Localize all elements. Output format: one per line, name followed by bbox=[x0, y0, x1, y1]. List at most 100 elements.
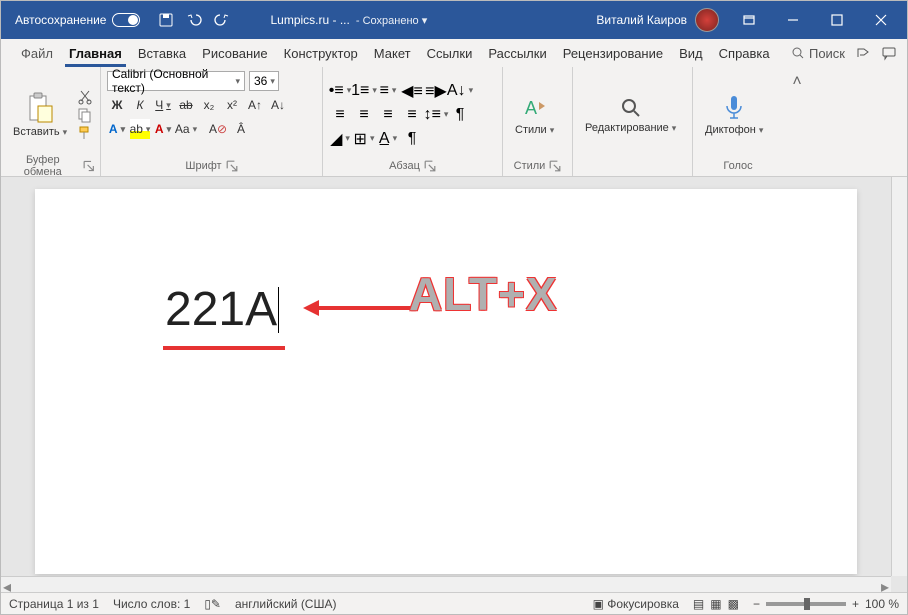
line-spacing-button[interactable]: ↕≡ bbox=[425, 104, 447, 126]
search-icon bbox=[791, 46, 805, 60]
grow-font-button[interactable]: A↑ bbox=[245, 95, 265, 115]
read-mode-icon[interactable]: ▤ bbox=[693, 597, 704, 611]
tab-insert[interactable]: Вставка bbox=[130, 39, 194, 67]
bold-button[interactable]: Ж bbox=[107, 95, 127, 115]
zoom-level[interactable]: 100 % bbox=[865, 597, 899, 611]
numbering-button[interactable]: 1≡ bbox=[353, 80, 375, 102]
autosave-toggle[interactable] bbox=[112, 13, 140, 27]
share-icon[interactable] bbox=[855, 45, 871, 61]
format-painter-icon[interactable] bbox=[77, 125, 93, 141]
italic-button[interactable]: К bbox=[130, 95, 150, 115]
paste-button[interactable]: Вставить bbox=[7, 90, 73, 140]
font-group-label: Шрифт bbox=[185, 160, 221, 172]
subscript-button[interactable]: x₂ bbox=[199, 95, 219, 115]
tab-layout[interactable]: Макет bbox=[366, 39, 419, 67]
text-effects-button[interactable]: A bbox=[107, 119, 127, 139]
tab-design[interactable]: Конструктор bbox=[276, 39, 366, 67]
tab-file[interactable]: Файл bbox=[13, 39, 61, 67]
search-box[interactable]: Поиск bbox=[791, 46, 845, 61]
strike-button[interactable]: ab bbox=[176, 95, 196, 115]
annotation-text: ALT+X bbox=[409, 267, 558, 321]
copy-icon[interactable] bbox=[77, 107, 93, 123]
annotation-arrow bbox=[303, 293, 413, 323]
voice-group-label: Голос bbox=[723, 160, 752, 172]
styles-button[interactable]: A Стили bbox=[509, 92, 560, 138]
avatar[interactable] bbox=[695, 8, 719, 32]
comments-icon[interactable] bbox=[881, 45, 897, 61]
cut-icon[interactable] bbox=[77, 89, 93, 105]
tab-view[interactable]: Вид bbox=[671, 39, 711, 67]
shading-button[interactable]: ◢ bbox=[329, 128, 351, 150]
ribbon-options-button[interactable] bbox=[727, 1, 771, 39]
bullets-button[interactable]: •≡ bbox=[329, 80, 351, 102]
borders-button[interactable]: ⊞ bbox=[353, 128, 375, 150]
phonetic-button[interactable]: Â bbox=[231, 119, 251, 139]
saved-status: - Сохранено ▾ bbox=[356, 14, 427, 27]
paragraph-launcher-icon[interactable] bbox=[424, 160, 436, 172]
styles-icon: A bbox=[521, 94, 549, 122]
editing-button[interactable]: Редактирование bbox=[579, 94, 682, 136]
highlight-button[interactable]: ab bbox=[130, 119, 150, 139]
page-status[interactable]: Страница 1 из 1 bbox=[9, 597, 99, 611]
zoom-in-button[interactable]: + bbox=[852, 597, 859, 611]
web-layout-icon[interactable]: ▩ bbox=[728, 597, 739, 611]
redo-icon[interactable] bbox=[214, 12, 230, 28]
show-marks-button[interactable]: ¶ bbox=[449, 104, 471, 126]
dictate-button[interactable]: Диктофон bbox=[699, 92, 769, 138]
document-text[interactable]: 221A bbox=[165, 279, 279, 338]
tab-home[interactable]: Главная bbox=[61, 39, 130, 67]
undo-icon[interactable] bbox=[186, 12, 202, 28]
clipboard-launcher-icon[interactable] bbox=[83, 160, 94, 172]
underline-button[interactable]: Ч bbox=[153, 95, 173, 115]
zoom-out-button[interactable]: − bbox=[753, 597, 760, 611]
autosave-label: Автосохранение bbox=[15, 13, 106, 27]
horizontal-scrollbar[interactable]: ◂ ▸ bbox=[1, 576, 891, 592]
styles-group-label: Стили bbox=[514, 160, 546, 172]
decrease-indent-button[interactable]: ◀≡ bbox=[401, 80, 423, 102]
pilcrow-button[interactable]: ¶ bbox=[401, 128, 423, 150]
paragraph-group-label: Абзац bbox=[389, 160, 420, 172]
font-name-combo[interactable]: Calibri (Основной текст) bbox=[107, 71, 245, 91]
dictate-label: Диктофон bbox=[705, 124, 763, 136]
superscript-button[interactable]: x² bbox=[222, 95, 242, 115]
document-area[interactable]: 221A ALT+X ◂ ▸ bbox=[1, 177, 907, 592]
align-left-button[interactable]: ≡ bbox=[329, 104, 351, 126]
font-size-combo[interactable]: 36 bbox=[249, 71, 279, 91]
align-right-button[interactable]: ≡ bbox=[377, 104, 399, 126]
focus-mode-button[interactable]: ▣ Фокусировка bbox=[593, 597, 679, 611]
tab-review[interactable]: Рецензирование bbox=[555, 39, 671, 67]
shrink-font-button[interactable]: A↓ bbox=[268, 95, 288, 115]
multilevel-button[interactable]: ≡ bbox=[377, 80, 399, 102]
page[interactable]: 221A ALT+X bbox=[35, 189, 857, 574]
minimize-button[interactable] bbox=[771, 1, 815, 39]
sort2-button[interactable]: A̲ bbox=[377, 128, 399, 150]
spellcheck-icon[interactable]: ▯✎ bbox=[204, 597, 221, 611]
increase-indent-button[interactable]: ≡▶ bbox=[425, 80, 447, 102]
styles-label: Стили bbox=[515, 124, 554, 136]
close-button[interactable] bbox=[859, 1, 903, 39]
change-case-button[interactable]: Aa bbox=[176, 119, 196, 139]
language-status[interactable]: английский (США) bbox=[235, 597, 336, 611]
mic-icon bbox=[722, 94, 746, 122]
clear-formatting-button[interactable]: A⊘ bbox=[208, 119, 228, 139]
tab-draw[interactable]: Рисование bbox=[194, 39, 275, 67]
font-color-button[interactable]: A bbox=[153, 119, 173, 139]
justify-button[interactable]: ≡ bbox=[401, 104, 423, 126]
align-center-button[interactable]: ≡ bbox=[353, 104, 375, 126]
find-icon bbox=[619, 96, 643, 120]
styles-launcher-icon[interactable] bbox=[549, 160, 561, 172]
zoom-slider[interactable] bbox=[766, 602, 846, 606]
word-count[interactable]: Число слов: 1 bbox=[113, 597, 190, 611]
print-layout-icon[interactable]: ▦ bbox=[710, 597, 721, 611]
collapse-ribbon-button[interactable]: ˄ bbox=[792, 73, 801, 91]
font-launcher-icon[interactable] bbox=[226, 160, 238, 172]
clipboard-group-label: Буфер обмена bbox=[7, 154, 79, 178]
tab-mailings[interactable]: Рассылки bbox=[480, 39, 554, 67]
save-icon[interactable] bbox=[158, 12, 174, 28]
text-cursor bbox=[278, 287, 279, 333]
sort-button[interactable]: A↓ bbox=[449, 80, 471, 102]
vertical-scrollbar[interactable] bbox=[891, 177, 907, 576]
maximize-button[interactable] bbox=[815, 1, 859, 39]
tab-references[interactable]: Ссылки bbox=[419, 39, 481, 67]
tab-help[interactable]: Справка bbox=[711, 39, 778, 67]
